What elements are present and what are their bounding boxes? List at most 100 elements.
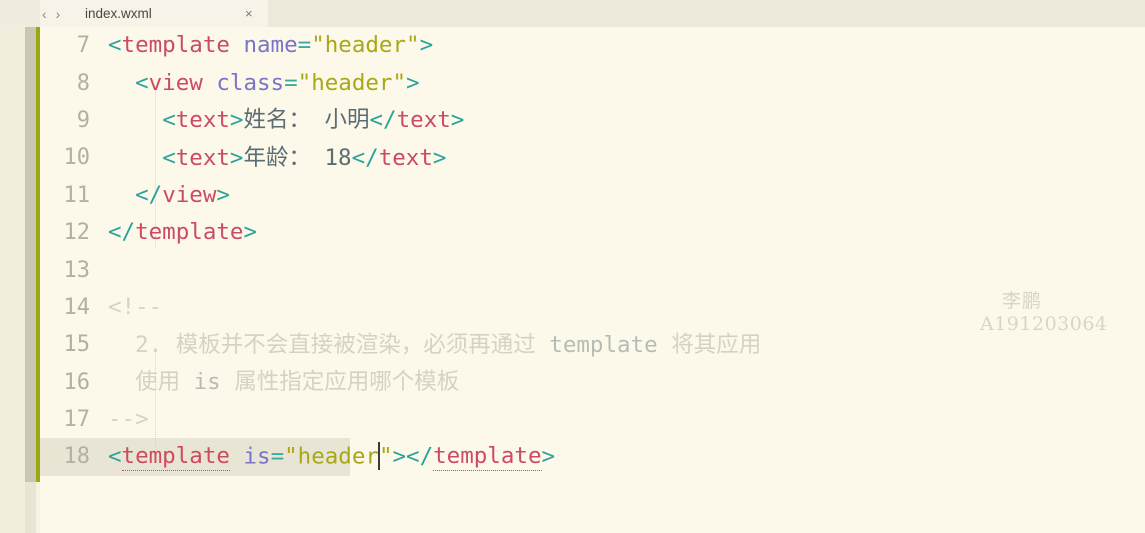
code-line[interactable]: 18 <template is="header"></template> [40,438,1145,476]
code-editor[interactable]: 7 <template name="header"> 8 <view class="… [40,27,1145,533]
line-content: 使用 is 属性指定应用哪个模板 [108,371,459,394]
code-token: template [121,443,230,472]
code-token: view [162,182,217,208]
chevron-right-icon[interactable]: › [56,7,61,21]
code-token: > [216,182,230,208]
code-token: view [148,69,203,96]
line-number: 13 [63,257,91,283]
line-number: 7 [76,33,90,59]
code-token: 姓名： 小明 [243,107,370,134]
line-number: 8 [76,70,90,96]
editor-tab-index-wxml[interactable] [40,0,268,27]
code-token: </ [369,107,397,134]
code-token: 使用 [108,368,194,395]
line-content: <template is="header"></template> [108,441,556,472]
line-content: <text>年龄： 18</text> [108,144,447,171]
code-line[interactable]: 9 <text>姓名： 小明</text> [40,102,1145,139]
code-token: template [433,443,542,472]
code-token: template [549,331,658,358]
line-number: 15 [63,332,91,358]
line-content: <view class="header"> [108,69,420,96]
line-content: <text>姓名： 小明</text> [108,109,464,132]
code-token: </ [406,443,434,470]
indent-guide [155,349,156,447]
line-content: </template> [108,221,257,244]
code-token: is [243,443,271,470]
code-token: "header" [311,32,420,59]
code-line[interactable]: 13 [40,251,1145,288]
code-token: text [175,107,230,134]
line-content: <!-- [108,296,162,319]
code-token: = [270,443,285,470]
code-token: > [450,107,465,134]
line-content: 2. 模板并不会直接被渲染，必须再通过 template 将其应用 [108,331,762,358]
code-token: < [108,32,122,59]
line-number: 11 [63,182,91,208]
gutter-margin [0,27,25,533]
code-token: template [121,32,230,59]
line-number: 17 [63,407,91,433]
code-token: template [135,219,244,246]
chevron-left-icon[interactable]: ‹ [42,7,47,21]
code-token: > [419,32,434,59]
close-icon[interactable]: × [245,0,253,27]
code-line[interactable]: 16 使用 is 属性指定应用哪个模板 [40,364,1145,401]
code-line[interactable]: 12 </template> [40,214,1145,251]
code-token: "header [284,443,379,470]
code-line[interactable]: 8 <view class="header"> [40,64,1145,101]
line-number: 9 [76,107,90,133]
gutter-scrollbar-band[interactable] [25,27,36,482]
line-content: <template name="header"> [108,34,433,57]
code-token: </ [351,144,379,171]
text-caret [377,441,380,470]
code-line[interactable]: 14 <!-- [40,289,1145,326]
code-token: text [175,144,230,171]
code-token: <!-- [108,294,163,321]
code-token: > [406,69,420,96]
code-token: 18 [324,144,352,171]
code-lines: 7 <template name="header"> 8 <view class="… [40,27,1145,476]
code-token: 2. 模板并不会直接被渲染，必须再通过 [108,331,550,358]
tab-title: index.wxml [85,6,152,21]
code-token: "header" [297,69,407,96]
code-token: " [378,443,393,470]
line-number: 10 [63,145,91,171]
code-token: = [284,69,298,96]
code-token: > [432,144,447,171]
code-token: text [378,144,433,171]
code-token: </ [108,219,136,246]
line-number: 14 [63,294,91,320]
code-token: > [229,107,244,134]
gutter-scrollbar-track[interactable] [25,482,36,533]
line-number: 18 [63,444,91,470]
code-token: < [162,107,176,134]
code-token: 年龄： [243,144,325,171]
code-token: < [108,443,122,470]
tab-bar: ‹ › index.wxml × [0,0,1145,27]
code-token: name [243,32,298,59]
line-number: 16 [63,369,91,395]
code-line[interactable]: 15 2. 模板并不会直接被渲染，必须再通过 template 将其应用 [40,326,1145,363]
code-line[interactable]: 7 <template name="header"> [40,27,1145,64]
code-token: < [135,69,149,96]
code-token: > [392,443,407,470]
code-token: 将其应用 [657,331,762,358]
line-content: </view> [108,184,230,207]
code-token: class [216,69,285,96]
code-line[interactable]: 17 --> [40,401,1145,438]
code-line[interactable]: 10 <text>年龄： 18</text> [40,139,1145,176]
code-token: > [229,144,244,171]
code-token: > [541,443,556,470]
tab-navigation-controls: ‹ › [38,0,60,27]
code-token: > [243,219,258,246]
code-token: 属性指定应用哪个模板 [220,368,460,395]
code-token: --> [108,406,149,433]
code-line[interactable]: 11 </view> [40,177,1145,214]
